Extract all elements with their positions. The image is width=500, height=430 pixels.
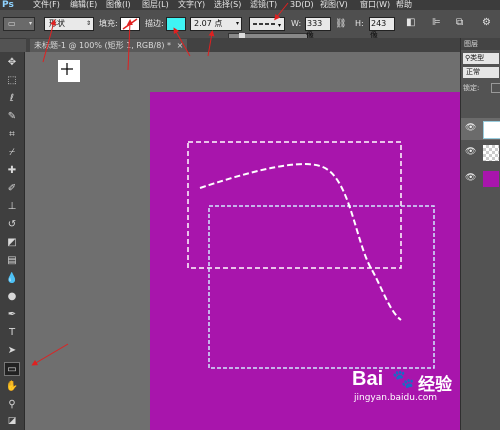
stroke-width-field[interactable]: 2.07 点 ▾ bbox=[190, 17, 242, 31]
menu-select[interactable]: 选择(S) bbox=[214, 0, 241, 10]
stroke-label: 描边: bbox=[145, 19, 164, 28]
stroke-width-value: 2.07 点 bbox=[194, 19, 223, 28]
document-tab[interactable]: 未标题-1 @ 100% (矩形 1, RGB/8) * × bbox=[30, 39, 188, 52]
document-tab-bar: 未标题-1 @ 100% (矩形 1, RGB/8) * × bbox=[26, 38, 460, 52]
no-fill-icon bbox=[122, 18, 138, 30]
height-label: H: bbox=[355, 19, 364, 28]
link-icon[interactable]: ⛓ bbox=[335, 18, 346, 30]
crosshair-icon bbox=[61, 63, 73, 75]
dashed-rectangle-1 bbox=[187, 141, 402, 269]
watermark-brand: Bai bbox=[352, 368, 384, 390]
crosshair-cursor-box bbox=[58, 60, 80, 82]
type-tool-icon[interactable]: T bbox=[4, 326, 20, 340]
stroke-type-select[interactable]: ▾ bbox=[249, 17, 285, 31]
tools-panel: ✥ ⬚ ℓ ✎ ⌗ ⌿ ✚ ✐ ⊥ ↺ ◩ ▤ 💧 ● ✒ T ➤ ▭ ✋ ⚲ … bbox=[0, 52, 25, 430]
layer-thumbnail bbox=[483, 171, 499, 187]
height-value: 243 像 bbox=[370, 19, 387, 40]
eyedropper-tool-icon[interactable]: ⌿ bbox=[4, 146, 20, 160]
dash-line-icon: ▾ bbox=[253, 22, 281, 29]
path-select-tool-icon[interactable]: ➤ bbox=[4, 344, 20, 358]
dashed-rectangle-2 bbox=[208, 205, 435, 369]
layer-row-transparent[interactable]: 👁 bbox=[461, 142, 500, 164]
marquee-tool-icon[interactable]: ⬚ bbox=[4, 74, 20, 88]
path-ops-icon[interactable]: ◧ bbox=[406, 17, 415, 29]
watermark-brand2: 经验 bbox=[418, 375, 452, 395]
menu-filter[interactable]: 滤镜(T) bbox=[250, 0, 277, 10]
dodge-tool-icon[interactable]: ● bbox=[4, 290, 20, 304]
move-tool-icon[interactable]: ✥ bbox=[4, 56, 20, 70]
zoom-tool-icon[interactable]: ⚲ bbox=[4, 398, 20, 412]
layer-row-background[interactable]: 👁 bbox=[461, 168, 500, 190]
dashed-curve bbox=[199, 163, 402, 321]
layer-thumbnail bbox=[483, 145, 499, 161]
filter-type-label: 类型 bbox=[470, 54, 485, 62]
rectangle-tool-icon[interactable]: ▭ bbox=[4, 362, 20, 376]
history-brush-tool-icon[interactable]: ↺ bbox=[4, 218, 20, 232]
mode-select[interactable]: 形状 ⇕ bbox=[44, 17, 94, 31]
pen-tool-icon[interactable]: ✒ bbox=[4, 308, 20, 322]
menubar: Ps 文件(F) 编辑(E) 图像(I) 图层(L) 文字(Y) 选择(S) 滤… bbox=[0, 0, 500, 10]
lasso-tool-icon[interactable]: ℓ bbox=[4, 92, 20, 106]
tool-preset-picker[interactable]: ▭ ▾ bbox=[3, 17, 35, 31]
blend-mode-select[interactable]: 正常 bbox=[463, 67, 499, 78]
chevron-down-icon: ▾ bbox=[28, 20, 32, 27]
rectangle-icon: ▭ bbox=[8, 19, 16, 28]
menu-window[interactable]: 窗口(W) bbox=[360, 0, 390, 10]
menu-file[interactable]: 文件(F) bbox=[33, 0, 60, 10]
stamp-tool-icon[interactable]: ⊥ bbox=[4, 200, 20, 214]
chevron-updown-icon: ⇕ bbox=[85, 20, 91, 27]
menu-image[interactable]: 图像(I) bbox=[106, 0, 131, 10]
watermark-url: jingyan.baidu.com bbox=[354, 393, 438, 403]
layers-panel: 图层 ⚲类型 正常 锁定: 👁 👁 👁 bbox=[460, 38, 500, 430]
brush-tool-icon[interactable]: ✐ bbox=[4, 182, 20, 196]
menu-view[interactable]: 视图(V) bbox=[320, 0, 348, 10]
eye-icon[interactable]: 👁 bbox=[465, 173, 476, 183]
width-field[interactable]: 333 像 bbox=[305, 17, 331, 40]
width-value: 333 像 bbox=[306, 19, 323, 40]
crop-tool-icon[interactable]: ⌗ bbox=[4, 128, 20, 142]
width-label: W: bbox=[291, 19, 302, 28]
document-title: 未标题-1 @ 100% (矩形 1, RGB/8) * bbox=[34, 41, 172, 50]
height-field[interactable]: 243 像 bbox=[369, 17, 395, 40]
menu-edit[interactable]: 编辑(E) bbox=[70, 0, 97, 10]
svg-text:▾: ▾ bbox=[278, 22, 281, 29]
lock-transparency-checkbox[interactable] bbox=[491, 83, 500, 93]
layers-tab[interactable]: 图层 bbox=[461, 38, 500, 50]
layer-thumbnail bbox=[483, 121, 500, 139]
fill-swatch[interactable] bbox=[120, 17, 140, 31]
app-logo: Ps bbox=[2, 0, 14, 10]
align-icon[interactable]: ⊫ bbox=[432, 17, 441, 29]
menu-type[interactable]: 文字(Y) bbox=[178, 0, 205, 10]
menu-3d[interactable]: 3D(D) bbox=[290, 0, 314, 10]
stroke-swatch[interactable] bbox=[166, 17, 186, 31]
arrange-icon[interactable]: ⧉ bbox=[456, 17, 463, 29]
menu-help[interactable]: 帮助 bbox=[396, 0, 412, 10]
quick-select-tool-icon[interactable]: ✎ bbox=[4, 110, 20, 124]
close-icon[interactable]: × bbox=[177, 41, 184, 50]
blur-tool-icon[interactable]: 💧 bbox=[4, 272, 20, 286]
layer-filter-select[interactable]: ⚲类型 bbox=[463, 53, 499, 64]
eye-icon[interactable]: 👁 bbox=[465, 123, 476, 133]
paw-icon: 🐾 bbox=[392, 369, 415, 390]
hand-tool-icon[interactable]: ✋ bbox=[4, 380, 20, 394]
menu-layer[interactable]: 图层(L) bbox=[142, 0, 169, 10]
settings-gear-icon[interactable]: ⚙ bbox=[482, 17, 491, 29]
mode-value: 形状 bbox=[49, 19, 65, 28]
color-swatches-icon[interactable]: ◪ bbox=[4, 414, 20, 428]
healing-tool-icon[interactable]: ✚ bbox=[4, 164, 20, 178]
layer-row-shape[interactable]: 👁 bbox=[461, 118, 500, 140]
eye-icon[interactable]: 👁 bbox=[465, 147, 476, 157]
fill-label: 填充: bbox=[99, 19, 118, 28]
eraser-tool-icon[interactable]: ◩ bbox=[4, 236, 20, 250]
options-bar: ▭ ▾ 形状 ⇕ 填充: 描边: 2.07 点 ▾ ▾ W: 333 像 ⛓ H… bbox=[0, 10, 500, 41]
gradient-tool-icon[interactable]: ▤ bbox=[4, 254, 20, 268]
lock-label: 锁定: bbox=[463, 84, 480, 92]
chevron-down-icon: ▾ bbox=[235, 20, 239, 27]
